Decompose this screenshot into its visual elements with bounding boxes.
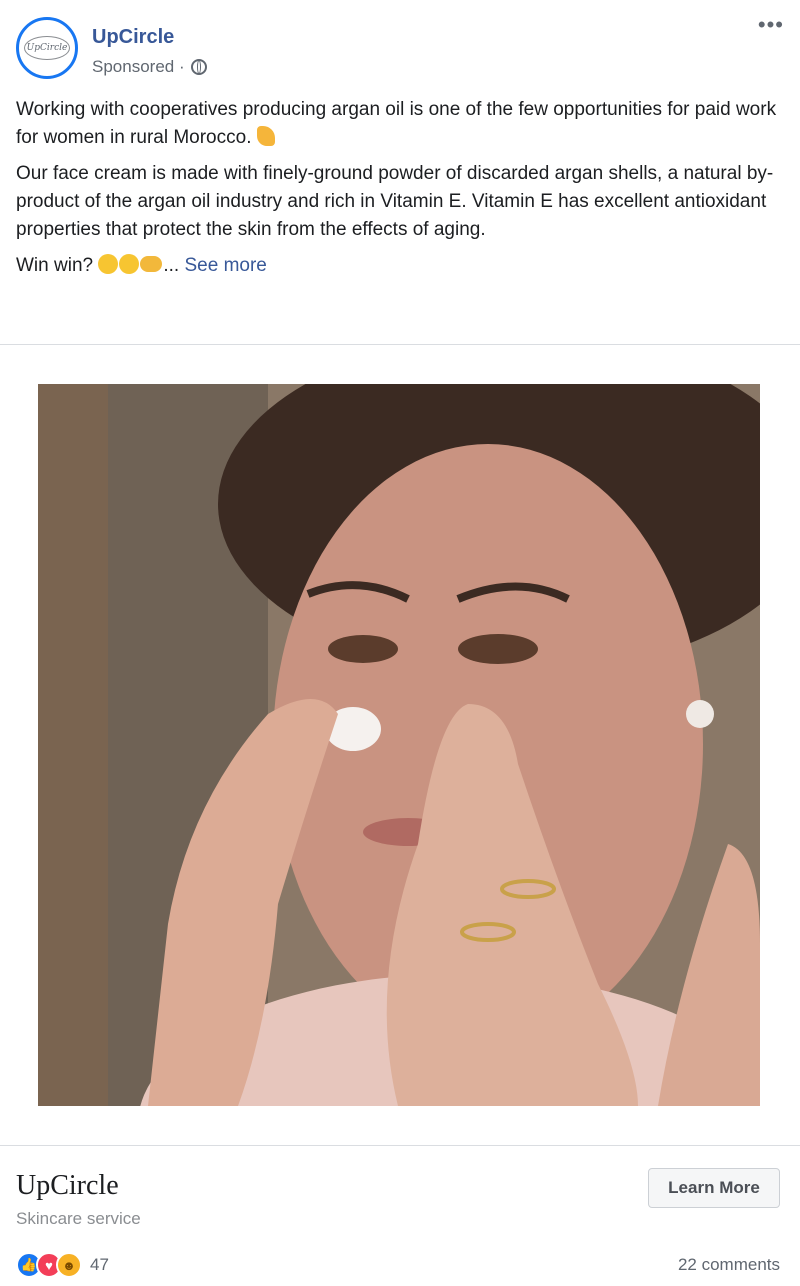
- globe-icon: [190, 59, 207, 75]
- ok-hand-emoji-icon: [256, 126, 275, 146]
- reaction-count: 47: [90, 1255, 109, 1274]
- winking-tongue-emoji-icon: [119, 254, 140, 274]
- see-more-link[interactable]: See more: [184, 255, 266, 276]
- more-options-icon[interactable]: •••: [758, 14, 784, 36]
- page-name-link[interactable]: UpCircle: [92, 26, 174, 49]
- post-meta: Sponsored ·: [92, 57, 207, 77]
- ellipsis: ...: [163, 255, 180, 276]
- post-message: Working with cooperatives producing arga…: [16, 96, 786, 288]
- divider: [0, 344, 800, 345]
- haha-icon: ☻: [56, 1252, 82, 1278]
- link-headline[interactable]: UpCircle: [16, 1170, 119, 1202]
- link-description: Skincare service: [16, 1209, 141, 1228]
- post-paragraph: Win win? ... See more: [16, 252, 786, 280]
- raised-hands-emoji-icon: [140, 256, 163, 272]
- post-paragraph: Our face cream is made with finely-groun…: [16, 160, 786, 244]
- paragraph-text: Working with cooperatives producing arga…: [16, 99, 777, 148]
- divider: [0, 1145, 800, 1146]
- logo-text: UpCircle: [24, 36, 70, 60]
- learn-more-button[interactable]: Learn More: [648, 1168, 780, 1208]
- post-paragraph: Working with cooperatives producing arga…: [16, 96, 786, 152]
- page-avatar[interactable]: UpCircle: [16, 17, 78, 79]
- woman-applying-face-cream-image: [38, 384, 760, 1106]
- ad-image[interactable]: [38, 384, 760, 1106]
- reactions-summary[interactable]: 👍 ♥ ☻ 47: [16, 1252, 109, 1278]
- smirk-emoji-icon: [98, 254, 119, 274]
- paragraph-text: Our face cream is made with finely-groun…: [16, 163, 774, 240]
- sponsored-label[interactable]: Sponsored ·: [92, 57, 185, 77]
- comments-count-link[interactable]: 22 comments: [678, 1255, 780, 1275]
- paragraph-text: Win win?: [16, 255, 94, 276]
